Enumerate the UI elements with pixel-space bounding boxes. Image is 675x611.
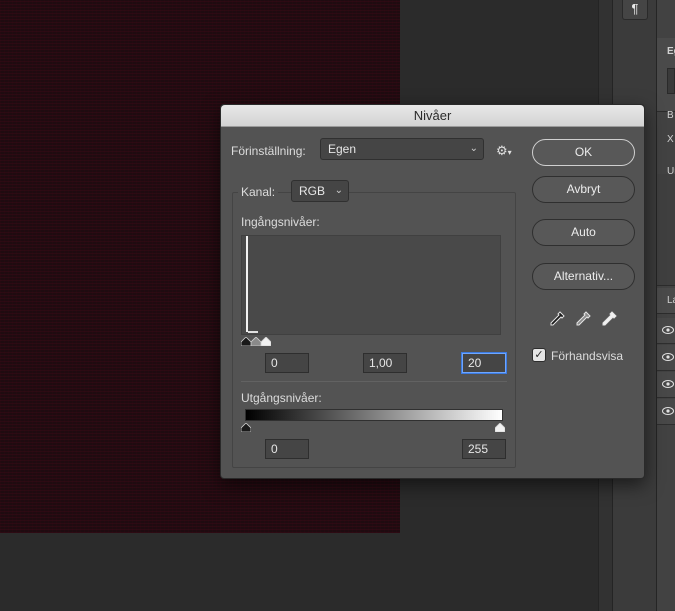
layer-visibility-4[interactable] bbox=[657, 399, 675, 425]
output-black-field[interactable]: 0 bbox=[265, 439, 309, 459]
eye-icon[interactable] bbox=[662, 380, 674, 388]
options-button[interactable]: Alternativ... bbox=[532, 263, 635, 290]
layer-visibility-3[interactable] bbox=[657, 372, 675, 398]
eye-icon[interactable] bbox=[662, 326, 674, 334]
output-black-slider[interactable] bbox=[241, 423, 251, 432]
dialog-title[interactable]: Nivåer bbox=[221, 105, 644, 127]
divider bbox=[241, 381, 507, 382]
channel-value: RGB bbox=[299, 184, 326, 198]
input-white-slider[interactable] bbox=[261, 337, 271, 346]
layer-visibility-2[interactable] bbox=[657, 345, 675, 371]
gray-eyedropper-icon[interactable] bbox=[574, 310, 592, 328]
properties-label-x: X bbox=[667, 134, 674, 145]
input-gamma-field[interactable]: 1,00 bbox=[363, 353, 407, 373]
chevron-down-icon: ⌄ bbox=[469, 143, 478, 154]
cancel-button[interactable]: Avbryt bbox=[532, 176, 635, 203]
input-levels-label: Ingångsnivåer: bbox=[241, 215, 320, 229]
histogram bbox=[241, 235, 501, 335]
levels-dialog: Nivåer Förinställning: Egen ⌄ ⚙▾ Kanal: … bbox=[220, 104, 645, 479]
properties-field[interactable] bbox=[667, 68, 675, 94]
preset-value: Egen bbox=[328, 142, 357, 156]
properties-tab-label[interactable]: Eg bbox=[667, 46, 675, 57]
black-eyedropper-icon[interactable] bbox=[548, 310, 566, 328]
properties-label-b: B bbox=[667, 110, 674, 121]
input-black-slider[interactable] bbox=[241, 337, 251, 346]
input-gamma-slider[interactable] bbox=[251, 337, 261, 346]
paragraph-icon[interactable]: ¶ bbox=[622, 0, 648, 20]
preview-checkbox[interactable]: ✓ bbox=[532, 348, 546, 362]
histogram-spike bbox=[246, 236, 248, 332]
output-white-slider[interactable] bbox=[495, 423, 505, 432]
layers-tab-label[interactable]: La bbox=[667, 295, 675, 306]
channel-label: Kanal: bbox=[238, 185, 279, 199]
white-eyedropper-icon[interactable] bbox=[600, 310, 618, 328]
output-white-field[interactable]: 255 bbox=[462, 439, 506, 459]
right-panel-gap bbox=[657, 174, 675, 286]
eye-icon[interactable] bbox=[662, 407, 674, 415]
ok-button[interactable]: OK bbox=[532, 139, 635, 166]
input-white-field[interactable]: 20 bbox=[462, 353, 506, 373]
output-levels-label: Utgångsnivåer: bbox=[241, 391, 322, 405]
input-black-field[interactable]: 0 bbox=[265, 353, 309, 373]
output-gradient bbox=[245, 409, 503, 421]
auto-button[interactable]: Auto bbox=[532, 219, 635, 246]
gear-icon[interactable]: ⚙▾ bbox=[496, 143, 514, 159]
histogram-base bbox=[248, 331, 258, 333]
preset-dropdown[interactable]: Egen ⌄ bbox=[320, 138, 484, 160]
preview-label[interactable]: Förhandsvisa bbox=[551, 349, 623, 363]
layer-visibility-1[interactable] bbox=[657, 318, 675, 344]
preset-label: Förinställning: bbox=[231, 144, 306, 158]
chevron-down-icon: ⌄ bbox=[334, 185, 343, 196]
channel-dropdown[interactable]: RGB ⌄ bbox=[291, 180, 349, 202]
eye-icon[interactable] bbox=[662, 353, 674, 361]
